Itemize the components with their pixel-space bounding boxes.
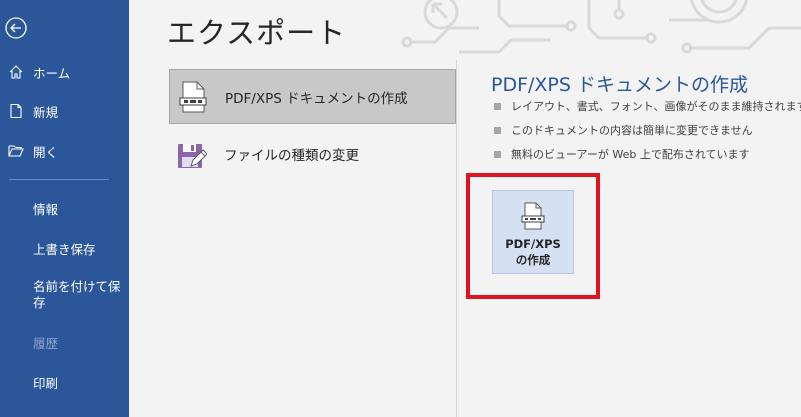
sidebar-item-open[interactable]: 開く xyxy=(0,143,129,160)
backstage-sidebar: ホーム 新規 開く 情報 上書き保存 名前を付けて保存 履歴 印刷 xyxy=(0,0,129,417)
back-arrow-icon[interactable] xyxy=(4,16,28,40)
option-label: PDF/XPS ドキュメントの作成 xyxy=(225,90,408,107)
create-pdf-xps-button[interactable]: PDF/XPS の作成 xyxy=(492,190,574,274)
detail-bullet: レイアウト、書式、フォント、画像がそのまま維持されます xyxy=(494,100,801,124)
save-change-type-icon xyxy=(178,143,207,168)
sidebar-item-label: 名前を付けて保存 xyxy=(33,279,121,310)
pdf-document-icon xyxy=(179,81,207,112)
circuit-decoration xyxy=(401,0,801,54)
detail-title: PDF/XPS ドキュメントの作成 xyxy=(491,74,748,96)
page-title: エクスポート xyxy=(167,16,347,50)
sidebar-item-label: ホーム xyxy=(33,65,71,81)
detail-bullet: このドキュメントの内容は簡単に変更できません xyxy=(494,124,801,148)
sidebar-item-label: 印刷 xyxy=(33,375,59,391)
sidebar-item-save[interactable]: 上書き保存 xyxy=(0,240,129,257)
pane-divider xyxy=(456,60,457,417)
create-button-label-line2: の作成 xyxy=(515,253,551,267)
new-document-icon xyxy=(10,103,22,119)
sidebar-item-label: 開く xyxy=(33,144,59,160)
sidebar-item-label: 上書き保存 xyxy=(33,241,96,257)
option-create-pdf-xps[interactable]: PDF/XPS ドキュメントの作成 xyxy=(169,69,456,124)
sidebar-item-label: 情報 xyxy=(33,201,59,217)
sidebar-item-save-as[interactable]: 名前を付けて保存 xyxy=(33,279,123,311)
folder-open-icon xyxy=(8,145,24,157)
detail-bullet: 無料のビューアーが Web 上で配布されています xyxy=(494,148,801,172)
create-button-label: PDF/XPS の作成 xyxy=(493,236,573,268)
create-button-label-line1: PDF/XPS xyxy=(505,237,561,251)
export-pane: エクスポート PDF/XPS ドキュメントの作成 ファイルの種類の変更 PDF/… xyxy=(129,0,801,417)
sidebar-item-label: 新規 xyxy=(33,104,59,120)
sidebar-item-new[interactable]: 新規 xyxy=(0,103,129,120)
sidebar-item-history: 履歴 xyxy=(0,334,129,351)
sidebar-item-label: 履歴 xyxy=(33,335,59,351)
detail-bullet-list: レイアウト、書式、フォント、画像がそのまま維持されます このドキュメントの内容は… xyxy=(494,100,801,172)
option-change-file-type[interactable]: ファイルの種類の変更 xyxy=(169,126,456,181)
sidebar-divider xyxy=(9,179,109,180)
sidebar-item-home[interactable]: ホーム xyxy=(0,64,129,81)
sidebar-item-info[interactable]: 情報 xyxy=(0,200,129,217)
pdf-document-icon xyxy=(521,202,545,230)
sidebar-item-print[interactable]: 印刷 xyxy=(0,374,129,391)
home-icon xyxy=(9,65,23,79)
option-label: ファイルの種類の変更 xyxy=(224,147,359,164)
